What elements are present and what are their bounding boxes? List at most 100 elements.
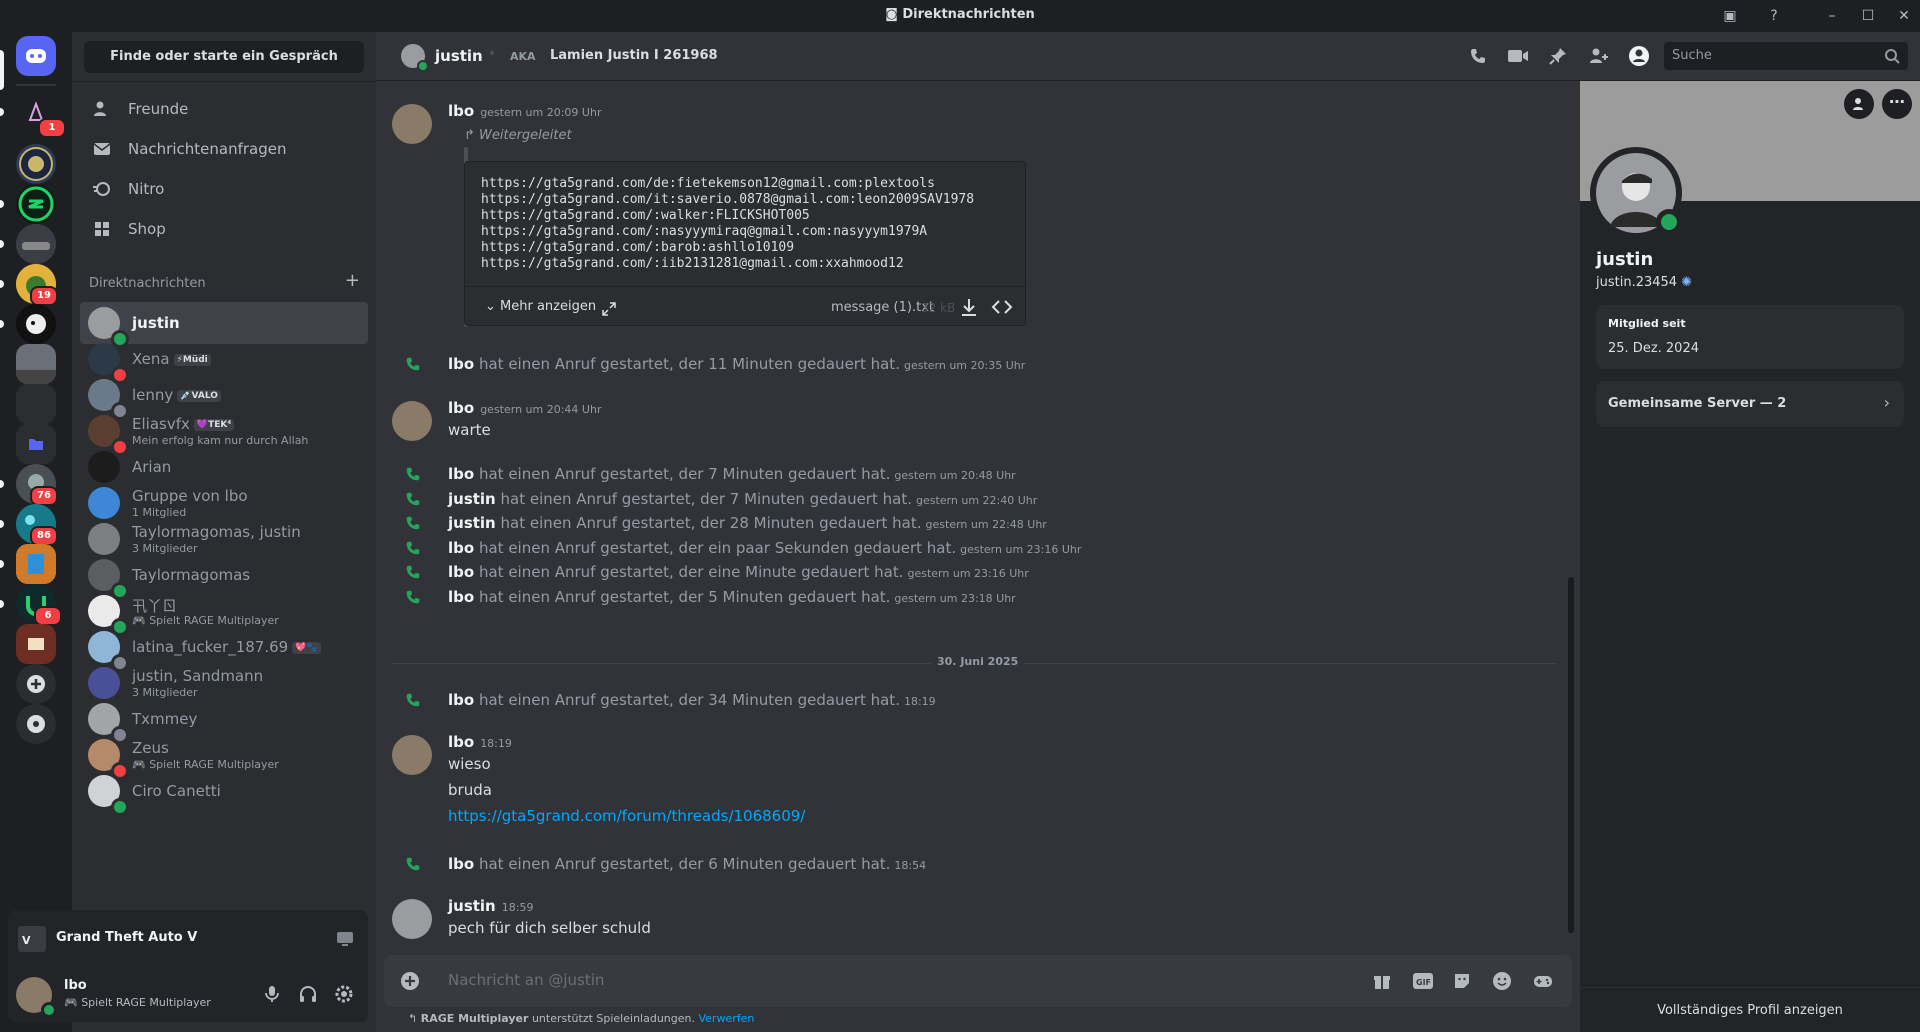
online-status-dot — [1656, 209, 1682, 235]
more-options-icon[interactable]: ⋯ — [1882, 89, 1912, 119]
dm-name: Xena ⚡Müdi — [132, 350, 211, 368]
nav-nitro[interactable]: Nitro — [80, 170, 368, 208]
server-rail: 1 19 76 86 6 — [0, 32, 72, 1032]
headphones-icon[interactable] — [298, 984, 318, 1004]
server-icon-3[interactable] — [16, 184, 56, 224]
pin-icon[interactable] — [1548, 46, 1568, 66]
nav-shop[interactable]: Shop — [80, 210, 368, 248]
file-size: 32 kB — [921, 301, 956, 315]
add-friend-button[interactable] — [1844, 89, 1874, 119]
server-folder-empty[interactable] — [16, 384, 56, 424]
caller-name[interactable]: justin — [448, 514, 496, 532]
phone-icon — [406, 693, 420, 707]
nav-label: Freunde — [128, 100, 189, 118]
caller-name[interactable]: lbo — [448, 588, 474, 606]
nav-label: Shop — [128, 220, 166, 238]
home-button[interactable] — [16, 36, 56, 76]
server-folder[interactable] — [16, 424, 56, 464]
scrollbar-thumb[interactable] — [1568, 577, 1574, 933]
close-button[interactable]: ✕ — [1894, 6, 1914, 26]
inbox-icon[interactable]: ▣ — [1720, 6, 1740, 26]
user-profile-icon[interactable] — [1628, 45, 1650, 67]
maximize-button[interactable]: ☐ — [1858, 6, 1878, 26]
chat-title[interactable]: justin — [435, 47, 483, 65]
add-friends-icon[interactable] — [1588, 46, 1610, 66]
unread-pill — [0, 480, 4, 488]
dm-sidebar: Finde oder starte ein Gespräch Freunde N… — [72, 32, 376, 1032]
caller-name[interactable]: lbo — [448, 563, 474, 581]
plus-icon — [27, 675, 45, 693]
file-divider — [465, 286, 1025, 287]
gift-icon[interactable] — [1372, 971, 1392, 991]
message-avatar[interactable] — [392, 104, 432, 144]
mutual-servers-button[interactable]: Gemeinsame Server — 2 › — [1596, 381, 1904, 427]
server-icon-10[interactable] — [16, 544, 56, 584]
download-icon[interactable] — [959, 297, 979, 317]
aka-names[interactable]: Lamien Justin I 261968 — [550, 48, 718, 63]
call-text: lbo hat einen Anruf gestartet, der 34 Mi… — [448, 691, 936, 709]
mention-badge: 86 — [30, 526, 58, 546]
screen-share-icon[interactable] — [336, 930, 354, 948]
timestamp: gestern um 23:16 Uhr — [960, 542, 1082, 556]
dm-name: Zeus — [132, 739, 169, 757]
caller-name[interactable]: lbo — [448, 691, 474, 709]
server-icon-12[interactable] — [16, 624, 56, 664]
dismiss-link[interactable]: Verwerfen — [698, 1012, 754, 1025]
dm-name: Arian — [132, 458, 171, 476]
find-conversation-button[interactable]: Finde oder starte ein Gespräch — [84, 41, 364, 73]
video-call-icon[interactable] — [1507, 46, 1529, 66]
caller-name[interactable]: justin — [448, 490, 496, 508]
view-full-profile-button[interactable]: Vollständiges Profil anzeigen — [1580, 1003, 1920, 1018]
discord-logo-icon — [26, 49, 46, 63]
message-text: bruda — [448, 781, 492, 799]
author-name[interactable]: lbo — [448, 733, 474, 751]
author-name[interactable]: lbo — [448, 102, 474, 120]
sticker-icon[interactable] — [1452, 971, 1472, 991]
show-more-button[interactable]: ⌄ Mehr anzeigen — [485, 299, 596, 314]
call-text: justin hat einen Anruf gestartet, der 28… — [448, 514, 1047, 532]
dm-item[interactable]: Ciro Canetti — [80, 770, 368, 816]
nav-friends[interactable]: Freunde — [80, 90, 368, 128]
minimize-button[interactable]: – — [1822, 6, 1842, 26]
server-icon-7[interactable] — [16, 344, 56, 384]
dm-name-text: justin, Sandmann — [132, 667, 264, 685]
message-avatar[interactable] — [392, 899, 432, 939]
message-link[interactable]: https://gta5grand.com/forum/threads/1068… — [448, 807, 805, 825]
create-dm-plus-icon[interactable]: + — [345, 270, 360, 291]
caller-name[interactable]: lbo — [448, 465, 474, 483]
nav-message-requests[interactable]: Nachrichtenanfragen — [80, 130, 368, 168]
author-name[interactable]: justin — [448, 897, 496, 915]
message-avatar[interactable] — [392, 401, 432, 441]
voice-call-icon[interactable] — [1468, 46, 1488, 66]
server-icon-6[interactable] — [16, 304, 56, 344]
expand-icon[interactable] — [601, 301, 617, 317]
search-box[interactable]: Suche — [1664, 42, 1908, 70]
upload-plus-icon[interactable] — [400, 971, 420, 991]
emoji-icon[interactable] — [1492, 971, 1512, 991]
microphone-icon[interactable] — [262, 984, 282, 1004]
window-title: ◙ Direktnachrichten — [885, 7, 1035, 22]
server-icon-2[interactable] — [16, 144, 56, 184]
caller-name[interactable]: lbo — [448, 355, 474, 373]
code-view-icon[interactable] — [991, 297, 1013, 317]
settings-gear-icon[interactable] — [334, 984, 354, 1004]
help-icon[interactable]: ? — [1764, 6, 1784, 26]
activity-gamepad-icon[interactable] — [1532, 971, 1554, 991]
caller-name[interactable]: lbo — [448, 855, 474, 873]
gif-icon[interactable]: GIF — [1412, 971, 1434, 991]
status-dot — [111, 798, 129, 816]
caller-name[interactable]: lbo — [448, 539, 474, 557]
discover-button[interactable] — [16, 704, 56, 744]
call-description: hat einen Anruf gestartet, der 11 Minute… — [478, 355, 900, 373]
message-header: lbo 18:19 — [448, 733, 512, 751]
message-input[interactable]: Nachricht an @justin — [448, 971, 604, 989]
svg-text:V: V — [22, 934, 31, 947]
timestamp: gestern um 20:44 Uhr — [480, 403, 602, 416]
author-name[interactable]: lbo — [448, 399, 474, 417]
call-system-message: lbo hat einen Anruf gestartet, der 11 Mi… — [376, 353, 1556, 375]
call-text: lbo hat einen Anruf gestartet, der eine … — [448, 563, 1029, 581]
message-avatar[interactable] — [392, 735, 432, 775]
server-icon-4[interactable] — [16, 224, 56, 264]
dm-name-text: Gruppe von lbo — [132, 487, 248, 505]
add-server-button[interactable] — [16, 664, 56, 704]
